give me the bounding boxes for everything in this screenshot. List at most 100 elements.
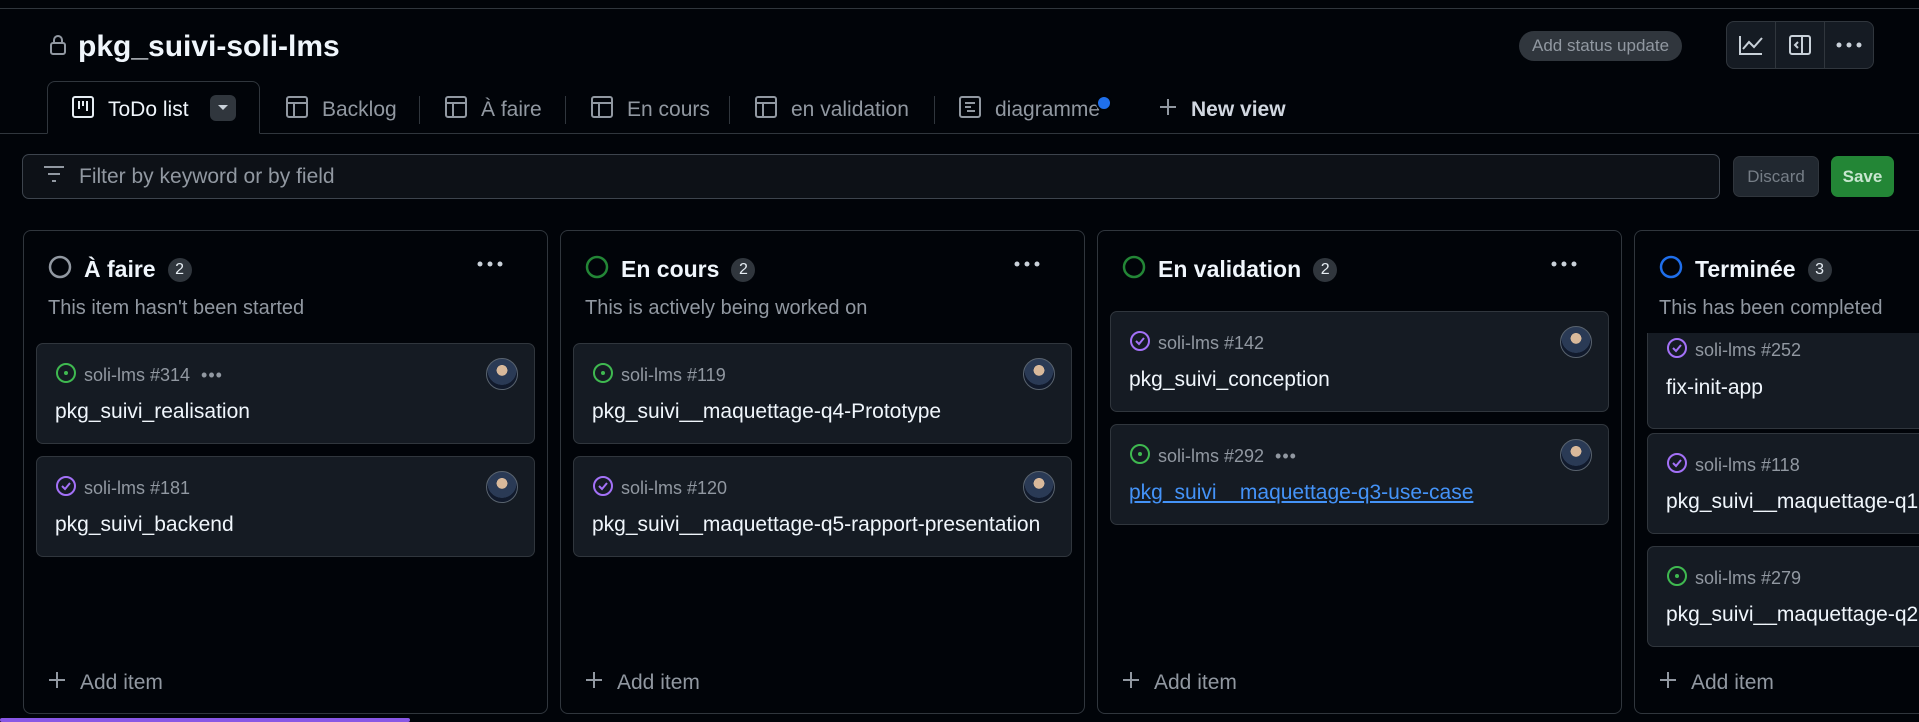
add-item-button[interactable]: Add item [1122,671,1237,695]
column-count: 3 [1807,257,1832,282]
discard-button[interactable]: Discard [1733,156,1819,197]
column-header: En validation 2 [1122,255,1338,284]
column-count: 2 [1313,257,1338,282]
issue-card[interactable]: soli-lms #119 pkg_suivi__maquettage-q4-P… [573,343,1072,444]
side-panel-icon[interactable] [1776,22,1825,68]
avatar [1023,358,1055,390]
tab-en-validation[interactable]: en validation [754,90,909,130]
issue-open-icon [1666,565,1688,592]
horizontal-scrollbar[interactable] [0,718,410,722]
save-button[interactable]: Save [1831,156,1894,197]
add-status-update-button[interactable]: Add status update [1519,31,1683,61]
status-done-icon [1659,255,1683,284]
issue-ref: soli-lms #279 [1695,568,1802,588]
column-menu-button[interactable] [1007,249,1047,279]
top-border [0,8,1919,9]
plus-icon [1122,671,1140,695]
table-icon [444,95,468,125]
issue-title[interactable]: pkg_suivi__maquettage-q2- [1666,603,1919,627]
tab-separator [565,96,566,124]
tab-todo-list[interactable]: ToDo list [71,90,189,130]
filter-placeholder: Filter by keyword or by field [79,164,335,188]
column-menu-button[interactable] [1544,249,1584,279]
issue-card[interactable]: soli-lms #292 ••• pkg_suivi__maquettage-… [1110,424,1609,525]
issue-title[interactable]: pkg_suivi_backend [55,513,234,537]
tab-diagramme[interactable]: diagramme [958,90,1100,130]
issue-closed-icon [1666,452,1688,479]
more-icon[interactable]: ••• [1275,446,1297,467]
header-actions [1726,21,1874,69]
column-description: This is actively being worked on [585,297,868,319]
issue-title[interactable]: fix-init-app [1666,376,1763,400]
issue-closed-icon [55,475,77,502]
lock-icon [48,34,68,61]
avatar [1560,439,1592,471]
board-icon [71,95,95,125]
project-header: pkg_suivi-soli-lms [48,30,340,64]
column-title: Terminée [1695,256,1796,282]
issue-closed-icon [592,475,614,502]
tab-separator [419,96,420,124]
column-count: 2 [731,257,756,282]
tab-a-faire[interactable]: À faire [444,90,542,130]
issue-closed-icon [1666,337,1688,364]
more-options-icon[interactable] [1825,22,1873,68]
tab-backlog[interactable]: Backlog [285,90,397,130]
tab-separator [934,96,935,124]
issue-card[interactable]: soli-lms #252 fix-init-app [1647,333,1919,429]
insights-icon[interactable] [1727,22,1776,68]
column-terminee: Terminée 3 This has been completed soli-… [1634,230,1919,714]
avatar [486,358,518,390]
issue-open-icon [592,362,614,389]
issue-card[interactable]: soli-lms #118 pkg_suivi__maquettage-q1- [1647,433,1919,534]
roadmap-icon [958,95,982,125]
tab-en-cours[interactable]: En cours [590,90,710,130]
add-item-button[interactable]: Add item [585,671,700,695]
column-header: À faire 2 [48,255,192,284]
avatar [1023,471,1055,503]
issue-ref: soli-lms #119 [621,365,726,385]
new-view-button[interactable]: New view [1158,90,1286,130]
view-options-button[interactable] [210,95,236,121]
column-menu-button[interactable] [470,249,510,279]
more-icon[interactable]: ••• [201,365,223,386]
avatar [486,471,518,503]
column-en-cours: En cours 2 This is actively being worked… [560,230,1085,714]
column-count: 2 [167,257,192,282]
project-title: pkg_suivi-soli-lms [78,30,340,63]
issue-title[interactable]: pkg_suivi_realisation [55,400,250,424]
unsaved-changes-dot [1096,95,1112,111]
filter-input[interactable]: Filter by keyword or by field [22,154,1720,199]
issue-title-link[interactable]: pkg_suivi__maquettage-q3-use-case [1129,481,1473,505]
issue-card[interactable]: soli-lms #314 ••• pkg_suivi_realisation [36,343,535,444]
issue-card[interactable]: soli-lms #120 pkg_suivi__maquettage-q5-r… [573,456,1072,557]
issue-title[interactable]: pkg_suivi__maquettage-q5-rapport-present… [592,513,1040,537]
tabs-divider [0,133,1919,134]
issue-title[interactable]: pkg_suivi__maquettage-q4-Prototype [592,400,941,424]
column-a-faire: À faire 2 This item hasn't been started … [23,230,548,714]
issue-title[interactable]: pkg_suivi_conception [1129,368,1330,392]
filter-icon [43,165,65,189]
table-icon [754,95,778,125]
add-item-button[interactable]: Add item [1659,671,1774,695]
issue-card[interactable]: soli-lms #181 pkg_suivi_backend [36,456,535,557]
issue-card[interactable]: soli-lms #279 pkg_suivi__maquettage-q2- [1647,546,1919,647]
issue-ref: soli-lms #181 [84,478,191,498]
table-icon [590,95,614,125]
issue-ref: soli-lms #252 [1695,340,1802,360]
plus-icon [48,671,66,695]
column-en-validation: En validation 2 soli-lms #142 pkg_suivi_… [1097,230,1622,714]
issue-closed-icon [1129,330,1151,357]
column-description: This has been completed [1659,297,1883,319]
column-header: En cours 2 [585,255,756,284]
column-title: En cours [621,256,720,282]
plus-icon [1158,97,1178,123]
issue-ref: soli-lms #120 [621,478,728,498]
issue-card[interactable]: soli-lms #142 pkg_suivi_conception [1110,311,1609,412]
issue-ref: soli-lms #314 [84,365,191,385]
issue-title[interactable]: pkg_suivi__maquettage-q1- [1666,490,1919,514]
add-item-button[interactable]: Add item [48,671,163,695]
status-in-progress-icon [585,255,609,284]
status-todo-icon [48,255,72,284]
plus-icon [1659,671,1677,695]
